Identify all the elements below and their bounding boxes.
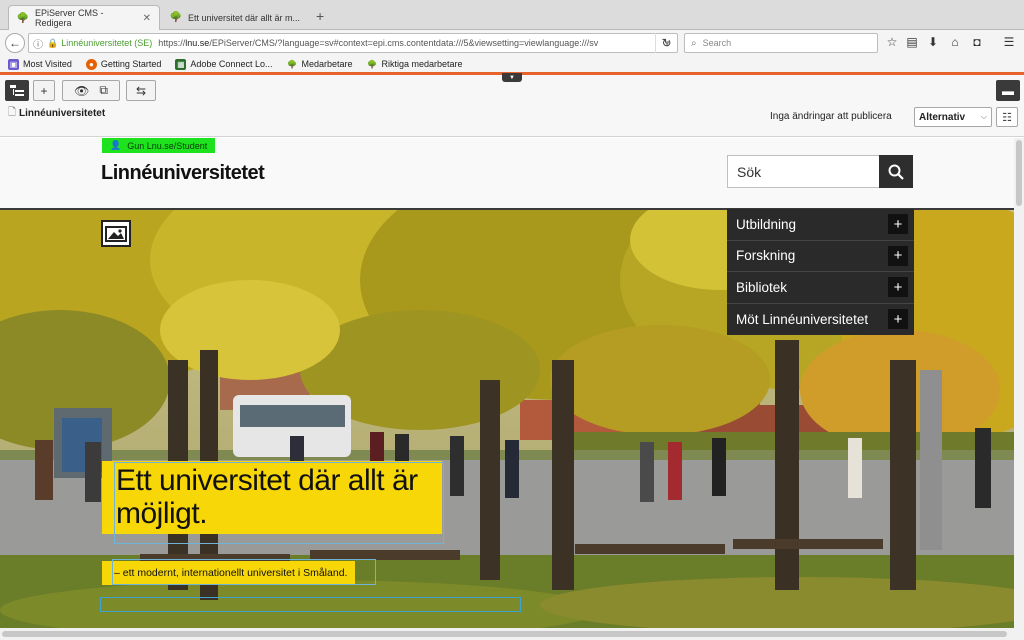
bookmark-adobe-connect[interactable]: ▦ Adobe Connect Lo... — [175, 58, 273, 70]
bookmark-label: Most Visited — [23, 59, 72, 69]
page-tree-button[interactable] — [5, 80, 29, 101]
lnu-favicon-icon: 🌳 — [16, 12, 30, 24]
compare-button[interactable]: ⇆ — [126, 80, 156, 101]
visitor-group-badge[interactable]: 👤 Gun Lnu.se/Student — [102, 138, 216, 153]
site-identity[interactable]: Linnéuniversitetet (SE) — [61, 38, 152, 48]
bookmark-star-icon[interactable]: ☆ — [884, 35, 900, 49]
new-tab-icon[interactable]: + — [316, 8, 324, 24]
menu-item-label: Möt Linnéuniversitetet — [736, 311, 869, 327]
site-header: 👤 Gun Lnu.se/Student Linnéuniversitetet — [0, 138, 1014, 208]
search-icon — [888, 164, 904, 180]
lnu-icon: 🌳 — [286, 59, 297, 69]
bookmark-getting-started[interactable]: ● Getting Started — [85, 58, 162, 70]
lnu-favicon-icon: 🌳 — [169, 12, 183, 23]
bookmark-medarbetare[interactable]: 🌳 Medarbetare — [286, 59, 353, 70]
site-search-input[interactable] — [727, 155, 879, 188]
cms-toolbar: + 👁 ⧉ ⇆ ▬ 🗋 Linnéuniversitetet Inga ändr… — [0, 75, 1024, 137]
back-button[interactable]: ← — [5, 33, 25, 53]
pocket-icon[interactable]: ◘ — [969, 35, 985, 49]
menu-item-label: Utbildning — [736, 216, 797, 232]
tab-preview[interactable]: 🌳 Ett universitet där allt är m... — [162, 5, 310, 30]
preview-toggle-group[interactable]: 👁 ⧉ — [62, 80, 120, 101]
expand-plus-icon[interactable]: + — [888, 277, 908, 298]
search-icon: ⌕ — [691, 37, 697, 49]
scroll-thumb[interactable] — [2, 631, 1007, 637]
bookmark-riktiga-medarbetare[interactable]: 🌳 Riktiga medarbetare — [367, 59, 463, 70]
menu-item-label: Forskning — [736, 248, 796, 264]
url-host: lnu.se — [185, 38, 210, 48]
plus-icon: + — [40, 83, 48, 98]
main-menu: Utbildning + Forskning + Bibliotek + Möt… — [727, 209, 914, 335]
search-placeholder: Search — [702, 38, 732, 48]
menu-item-bibliotek[interactable]: Bibliotek + — [727, 272, 914, 304]
options-label: Alternativ — [919, 111, 966, 123]
breadcrumb[interactable]: 🗋 Linnéuniversitetet — [8, 105, 105, 122]
url-path: /EPiServer/CMS/?language=sv#context=epi.… — [209, 38, 599, 48]
user-badge-label: Gun Lnu.se/Student — [127, 140, 208, 151]
tab-label: EPiServer CMS - Redigera — [35, 8, 104, 28]
reload-icon[interactable]: ↻ — [655, 33, 677, 53]
menu-item-utbildning[interactable]: Utbildning + — [727, 209, 914, 241]
hero-subline[interactable]: – ett modernt, internationellt universit… — [102, 561, 356, 585]
user-icon: 👤 — [110, 140, 122, 150]
hero-headline[interactable]: Ett universitet där allt är möjligt. — [102, 461, 442, 534]
site-logo[interactable]: Linnéuniversitetet — [101, 162, 265, 185]
close-icon[interactable]: ✕ — [143, 13, 151, 24]
expand-plus-icon[interactable]: + — [888, 309, 908, 330]
lock-icon: 🔒 — [47, 37, 59, 48]
site-preview: 👤 Gun Lnu.se/Student Linnéuniversitetet — [0, 138, 1014, 628]
bookmarks-bar: ▣ Most Visited ● Getting Started ▦ Adobe… — [0, 56, 1024, 72]
lnu-icon: 🌳 — [367, 59, 377, 69]
url-bar[interactable]: ⓘ 🔒 Linnéuniversitetet (SE) https://lnu.… — [28, 33, 678, 53]
list-icon: ☷ — [1002, 111, 1012, 124]
eye-icon[interactable]: 👁 — [74, 84, 89, 98]
bookmark-label: Adobe Connect Lo... — [190, 59, 273, 69]
toolbar-collapse-toggle[interactable]: ▼ — [502, 73, 522, 82]
site-search-button[interactable] — [879, 155, 913, 188]
menu-item-forskning[interactable]: Forskning + — [727, 241, 914, 272]
browser-search-box[interactable]: ⌕ Search — [684, 33, 878, 53]
list-view-button[interactable]: ☷ — [996, 107, 1018, 127]
download-icon[interactable]: ⬇ — [925, 35, 941, 49]
breadcrumb-label: Linnéuniversitetet — [19, 108, 106, 119]
menu-icon[interactable]: ☰ — [1001, 35, 1017, 49]
page-tree-icon — [10, 84, 24, 96]
add-content-button[interactable]: + — [33, 80, 55, 101]
options-dropdown[interactable]: Alternativ ⌵ — [914, 107, 992, 127]
bookmark-label: Riktiga medarbetare — [381, 59, 463, 69]
chevron-down-icon: ⌵ — [980, 112, 987, 121]
site-search — [727, 155, 913, 188]
expand-plus-icon[interactable]: + — [888, 214, 908, 235]
bookmark-most-visited[interactable]: ▣ Most Visited — [8, 58, 72, 70]
adobe-icon: ▦ — [175, 58, 187, 70]
reading-list-icon[interactable]: ▤ — [904, 35, 920, 49]
home-icon[interactable]: ⌂ — [947, 35, 963, 49]
browser-tab-bar: 🌳 EPiServer CMS - Redigera ✕ 🌳 Ett unive… — [0, 0, 1024, 30]
browser-nav-bar: ← ⓘ 🔒 Linnéuniversitetet (SE) https://ln… — [0, 30, 1024, 56]
horizontal-scrollbar[interactable] — [0, 628, 1024, 640]
firefox-icon: ● — [85, 58, 97, 70]
bookmark-label: Getting Started — [100, 59, 162, 69]
edit-image-button[interactable] — [101, 220, 131, 247]
compare-view-icon[interactable]: ⧉ — [99, 83, 108, 98]
menu-item-mot-linneuniversitetet[interactable]: Möt Linnéuniversitetet + — [727, 304, 914, 336]
image-icon — [105, 225, 127, 242]
tab-label: Ett universitet där allt är m... — [188, 12, 301, 23]
assets-pane-button[interactable]: ▬ — [996, 80, 1020, 101]
expand-plus-icon[interactable]: + — [888, 245, 908, 266]
scroll-thumb[interactable] — [1016, 140, 1022, 206]
vertical-scrollbar[interactable] — [1014, 138, 1024, 628]
compare-icon: ⇆ — [135, 83, 147, 98]
most-visited-icon: ▣ — [8, 58, 19, 70]
info-icon[interactable]: ⓘ — [33, 36, 43, 51]
tab-episerver[interactable]: 🌳 EPiServer CMS - Redigera ✕ — [8, 5, 160, 30]
publish-status: Inga ändringar att publicera — [770, 111, 892, 122]
url-text[interactable]: https://lnu.se/EPiServer/CMS/?language=s… — [158, 38, 663, 48]
folder-icon: ▬ — [1002, 83, 1014, 98]
document-icon: 🗋 — [8, 107, 17, 118]
url-prefix: https:// — [158, 38, 186, 48]
menu-item-label: Bibliotek — [736, 279, 788, 295]
bookmark-label: Medarbetare — [301, 59, 353, 69]
